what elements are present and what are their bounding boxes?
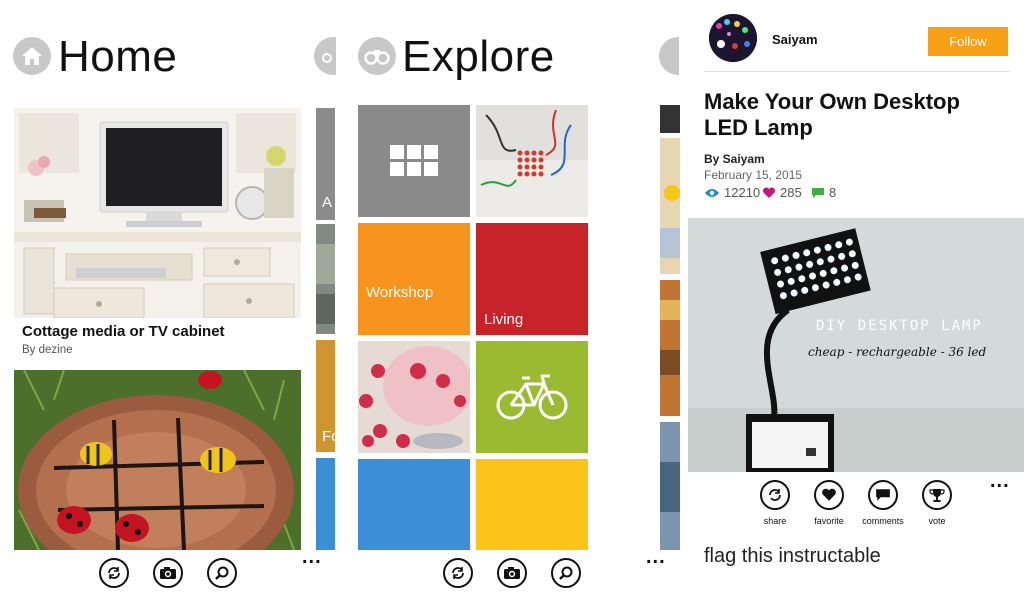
instructable-title: Make Your Own Desktop LED Lamp <box>704 89 960 140</box>
screen-root: Home Cottage media or TV cabinet By dezi… <box>0 0 1024 596</box>
tile-label: Living <box>484 311 524 328</box>
tile-food-photo[interactable] <box>358 341 470 453</box>
heart-icon <box>762 186 776 198</box>
more-options-button[interactable]: ... <box>646 547 666 567</box>
camera-icon[interactable] <box>497 558 527 588</box>
flag-instructable-link[interactable]: flag this instructable <box>704 545 881 568</box>
comments-label: comments <box>862 516 904 526</box>
profile-peek-icon <box>659 37 679 75</box>
camera-icon[interactable] <box>153 558 183 588</box>
strip-peek-7[interactable] <box>660 280 680 416</box>
tile-play[interactable] <box>358 459 470 550</box>
grid-icon <box>390 145 438 176</box>
eye-icon <box>705 188 719 197</box>
strip-peek-6[interactable] <box>660 138 680 274</box>
byline[interactable]: By Saiyam <box>704 152 765 166</box>
tile-workshop[interactable]: Workshop <box>358 223 470 335</box>
publish-date: February 15, 2015 <box>704 168 803 182</box>
avatar[interactable] <box>709 14 757 62</box>
card-cottage-cabinet[interactable]: Cottage media or TV cabinet By dezine <box>14 108 301 366</box>
comments-count: 8 <box>829 185 837 200</box>
tile-technology-photo[interactable] <box>476 105 588 217</box>
strip-peek-3[interactable]: Fo <box>316 340 335 452</box>
raspberry-photo <box>358 341 470 453</box>
comments-stat: 8 <box>811 185 836 200</box>
more-options-button[interactable]: ... <box>302 547 322 567</box>
tile-all-categories[interactable] <box>358 105 470 217</box>
views-stat: 12210 <box>704 185 760 200</box>
tile-living[interactable]: Living <box>476 223 588 335</box>
strip-label: A <box>322 194 333 211</box>
divider <box>704 71 1010 72</box>
vote-label: vote <box>928 516 946 526</box>
tile-food[interactable] <box>476 459 588 550</box>
strip-peek-2[interactable] <box>316 224 335 334</box>
vote-button[interactable] <box>922 480 952 510</box>
strip-label: Fo <box>322 428 335 445</box>
follow-button[interactable]: Follow <box>928 27 1008 56</box>
refresh-icon[interactable] <box>99 558 129 588</box>
favorites-stat: 285 <box>762 185 802 200</box>
binoculars-icon <box>314 37 336 75</box>
search-icon[interactable] <box>551 558 581 588</box>
share-label: share <box>763 516 787 526</box>
tile-label: Workshop <box>366 284 434 301</box>
search-icon[interactable] <box>207 558 237 588</box>
breadboard-photo <box>476 105 588 217</box>
tile-outside[interactable] <box>476 341 588 453</box>
strip-peek-5[interactable] <box>660 105 680 133</box>
strip-peek-1[interactable]: A <box>316 108 335 220</box>
comment-icon <box>812 187 824 198</box>
views-count: 12210 <box>724 185 761 200</box>
more-options-button[interactable]: ... <box>990 471 1010 491</box>
image-subline: cheap - rechargeable - 36 led <box>808 345 987 359</box>
page-title-home: Home <box>58 32 178 81</box>
favorite-button[interactable] <box>814 480 844 510</box>
card-ladybug-tictactoe[interactable] <box>14 370 301 550</box>
image-headline: DIY DESKTOP LAMP <box>816 318 983 334</box>
heart-icon <box>822 488 836 501</box>
share-icon <box>769 489 781 501</box>
comment-icon <box>876 489 890 501</box>
trophy-icon <box>929 489 945 502</box>
share-button[interactable] <box>760 480 790 510</box>
card-title: Cottage media or TV cabinet <box>22 323 225 340</box>
favorite-label: favorite <box>814 516 844 526</box>
comments-button[interactable] <box>868 480 898 510</box>
house-icon <box>13 37 51 75</box>
strip-peek-8[interactable] <box>660 422 680 550</box>
refresh-icon[interactable] <box>443 558 473 588</box>
lamp-photo: DIY DESKTOP LAMP cheap - rechargeable - … <box>688 218 1024 472</box>
author-username[interactable]: Saiyam <box>772 32 818 47</box>
page-title-explore: Explore <box>402 32 555 81</box>
cabinet-photo <box>14 108 301 318</box>
favorites-count: 285 <box>780 185 802 200</box>
bicycle-icon <box>496 374 568 420</box>
binoculars-icon <box>358 37 396 75</box>
card-author: By dezine <box>22 344 73 356</box>
strip-peek-4[interactable] <box>316 458 335 550</box>
tictactoe-photo <box>14 370 301 550</box>
